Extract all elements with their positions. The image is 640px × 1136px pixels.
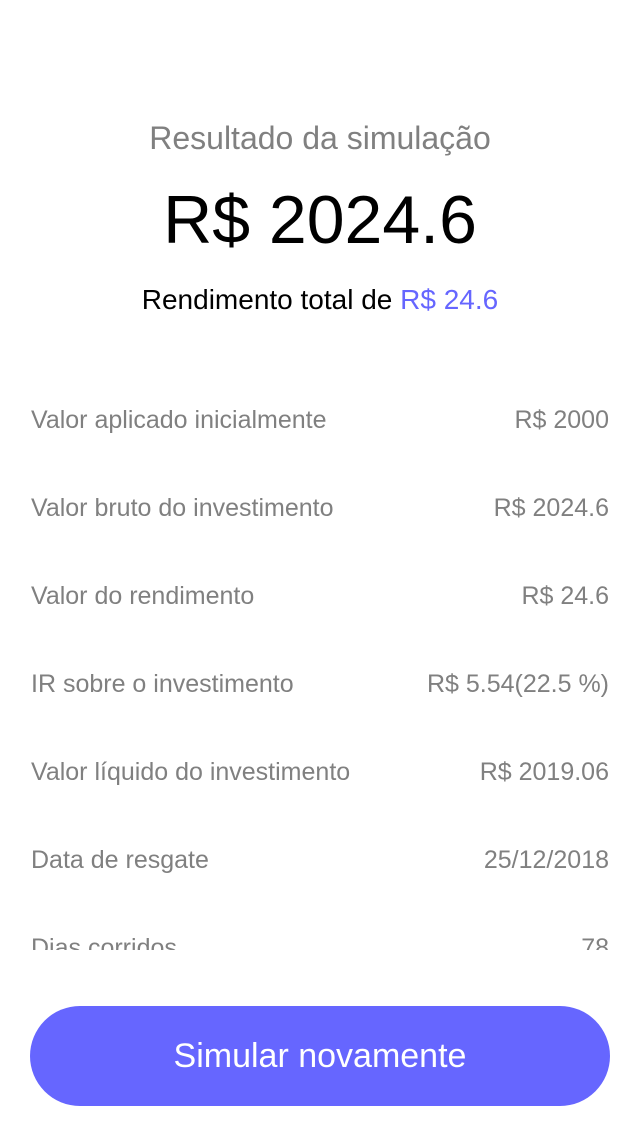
detail-value: 25/12/2018 — [483, 845, 609, 874]
detail-value: R$ 5.54(22.5 %) — [426, 669, 609, 698]
detail-value: R$ 2024.6 — [493, 493, 609, 522]
detail-label: Valor aplicado inicialmente — [31, 405, 327, 434]
detail-row-yield-value: Valor do rendimento R$ 24.6 — [0, 552, 640, 640]
detail-label: Valor bruto do investimento — [31, 493, 334, 522]
details-list[interactable]: Valor aplicado inicialmente R$ 2000 Valo… — [0, 376, 640, 951]
total-yield-line: Rendimento total de R$ 24.6 — [0, 280, 640, 320]
total-yield-prefix: Rendimento total de — [141, 284, 393, 315]
detail-value: 78 — [581, 933, 609, 951]
detail-value: R$ 2000 — [514, 405, 609, 434]
detail-value: R$ 2019.06 — [479, 757, 609, 786]
simulate-again-button[interactable]: Simular novamente — [30, 1006, 610, 1106]
detail-label: Data de resgate — [31, 845, 209, 874]
detail-label: Valor líquido do investimento — [31, 757, 351, 786]
detail-row-calendar-days: Dias corridos 78 — [0, 904, 640, 951]
detail-row-net-value: Valor líquido do investimento R$ 2019.06 — [0, 728, 640, 816]
detail-label: Valor do rendimento — [31, 581, 255, 610]
detail-label: IR sobre o investimento — [31, 669, 294, 698]
detail-row-redemption-date: Data de resgate 25/12/2018 — [0, 816, 640, 904]
result-subtitle: Resultado da simulação — [149, 120, 491, 156]
detail-row-income-tax: IR sobre o investimento R$ 5.54(22.5 %) — [0, 640, 640, 728]
total-yield-value: R$ 24.6 — [400, 284, 499, 315]
detail-label: Dias corridos — [31, 933, 177, 951]
result-total-amount: R$ 2024.6 — [163, 182, 477, 258]
detail-row-initial-amount: Valor aplicado inicialmente R$ 2000 — [0, 376, 640, 464]
simulation-result-screen: Resultado da simulação R$ 2024.6 Rendime… — [0, 0, 640, 1136]
detail-row-gross-value: Valor bruto do investimento R$ 2024.6 — [0, 464, 640, 552]
detail-value: R$ 24.6 — [521, 581, 609, 610]
